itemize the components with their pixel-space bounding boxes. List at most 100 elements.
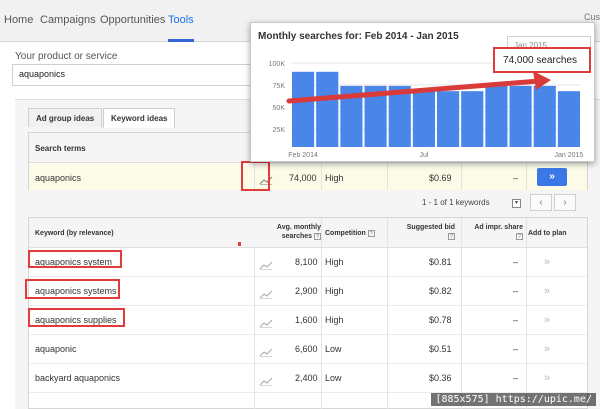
avg-monthly-searches: 1,600 xyxy=(295,315,318,325)
add-to-plan-button[interactable]: » xyxy=(537,168,567,186)
highlight-annotation xyxy=(28,250,122,268)
nav-tools[interactable]: Tools xyxy=(168,14,194,42)
watermark: [885x575] https://upic.me/ xyxy=(431,393,596,406)
header-competition-label: Competition xyxy=(325,230,366,237)
chart-bar[interactable] xyxy=(485,85,508,147)
chart-bar[interactable] xyxy=(316,71,339,147)
suggested-bid-value: $0.51 xyxy=(429,344,452,354)
chart-bar[interactable] xyxy=(461,91,484,147)
chart-bar[interactable] xyxy=(437,91,460,147)
next-page-button[interactable]: › xyxy=(554,194,576,211)
chart-bar[interactable] xyxy=(533,85,556,147)
search-terms-header-label: Search terms xyxy=(35,144,86,153)
ad-impr-share-value: – xyxy=(513,257,519,267)
highlight-annotation xyxy=(28,308,125,327)
search-term-row: aquaponics 74,000 High $0.69 – » xyxy=(29,164,587,190)
competition-value: High xyxy=(325,286,344,296)
keyword-row: backyard aquaponics 2,400 Low $0.36 – » xyxy=(29,364,587,393)
header-avg-monthly-searches[interactable]: Avg. monthly searches ? xyxy=(265,223,321,241)
tab-ad-group-ideas[interactable]: Ad group ideas xyxy=(28,108,103,127)
suggested-bid-value: $0.81 xyxy=(429,257,452,267)
header-ad-impr-share[interactable]: Ad impr. share ? xyxy=(467,223,523,241)
nav-campaigns[interactable]: Campaigns xyxy=(40,14,96,42)
competition-value: High xyxy=(325,315,344,325)
chart-x-tick-label: Jan 2015 xyxy=(555,152,584,159)
competition-value: Low xyxy=(325,344,342,354)
add-to-plan-button[interactable]: » xyxy=(544,314,550,326)
search-term-suggested-bid: $0.69 xyxy=(429,173,452,183)
suggested-bid-value: $0.82 xyxy=(429,286,452,296)
keyword-text[interactable]: aquaponic xyxy=(35,344,77,354)
header-add-to-plan: Add to plan xyxy=(528,230,567,237)
help-icon[interactable]: ? xyxy=(314,232,321,240)
help-icon[interactable]: ? xyxy=(448,232,455,240)
keyword-table-header: Keyword (by relevance) Avg. monthly sear… xyxy=(29,218,587,248)
header-suggested-bid-label: Suggested bid xyxy=(406,224,455,231)
nav-home[interactable]: Home xyxy=(4,14,33,42)
competition-value: High xyxy=(325,257,344,267)
avg-monthly-searches: 2,900 xyxy=(295,286,318,296)
chart-bar[interactable] xyxy=(557,91,580,147)
rows-per-page-dropdown[interactable]: ▾ xyxy=(512,199,521,208)
nav-customer-id-fragment: Cus xyxy=(583,12,600,22)
tooltip-value-highlight: 74,000 searches xyxy=(493,47,591,73)
header-ad-impr-share-label: Ad impr. share xyxy=(474,224,523,231)
search-term-keyword: aquaponics xyxy=(35,173,82,183)
ad-impr-share-value: – xyxy=(513,286,519,296)
highlight-annotation xyxy=(25,279,120,299)
chart-x-tick-label: Feb 2014 xyxy=(288,152,318,159)
column-divider xyxy=(321,218,322,409)
trend-chart-icon[interactable] xyxy=(259,344,273,357)
keyword-text[interactable]: backyard aquaponics xyxy=(35,373,120,383)
help-icon[interactable]: ? xyxy=(367,229,375,237)
column-divider xyxy=(461,218,462,409)
help-icon[interactable]: ? xyxy=(516,232,523,240)
chart-y-tick-label: 25K xyxy=(273,127,286,134)
trend-chart-icon[interactable] xyxy=(259,373,273,386)
search-term-competition: High xyxy=(325,173,344,183)
header-suggested-bid[interactable]: Suggested bid ? xyxy=(399,223,455,241)
tooltip-value: 74,000 searches xyxy=(503,55,577,66)
product-service-label: Your product or service xyxy=(15,51,118,62)
pagination-count: 1 - 1 of 1 keywords xyxy=(422,198,490,207)
column-divider xyxy=(526,218,527,409)
highlight-annotation xyxy=(241,161,270,191)
add-to-plan-button[interactable]: » xyxy=(544,372,550,384)
chart-x-tick-label: Jul xyxy=(419,152,428,159)
ad-impr-share-value: – xyxy=(513,344,519,354)
add-to-plan-button[interactable]: » xyxy=(544,285,550,297)
nav-opportunities[interactable]: Opportunities xyxy=(100,14,165,42)
ad-impr-share-value: – xyxy=(513,373,519,383)
add-to-plan-button[interactable]: » xyxy=(544,256,550,268)
tab-keyword-ideas[interactable]: Keyword ideas xyxy=(103,108,176,128)
product-service-input[interactable]: aquaponics xyxy=(12,64,262,86)
annotation-mark xyxy=(238,242,241,246)
suggested-bid-value: $0.36 xyxy=(429,373,452,383)
keyword-row: aquaponic 6,600 Low $0.51 – » xyxy=(29,335,587,364)
suggested-bid-value: $0.78 xyxy=(429,315,452,325)
avg-monthly-searches: 6,600 xyxy=(295,344,318,354)
search-term-avg-searches: 74,000 xyxy=(289,173,317,183)
chart-y-tick-label: 75K xyxy=(273,83,286,90)
header-avg-line2: searches xyxy=(281,233,313,240)
trend-chart-icon[interactable] xyxy=(259,257,273,270)
trend-chart-icon[interactable] xyxy=(259,286,273,299)
add-to-plan-button[interactable]: » xyxy=(544,343,550,355)
chart-y-tick-label: 100K xyxy=(269,61,286,68)
column-divider xyxy=(387,218,388,409)
chart-bar[interactable] xyxy=(509,85,532,147)
header-avg-line1: Avg. monthly xyxy=(276,224,321,231)
competition-value: Low xyxy=(325,373,342,383)
header-keyword[interactable]: Keyword (by relevance) xyxy=(35,229,114,238)
chart-bar[interactable] xyxy=(292,71,315,147)
chart-bar[interactable] xyxy=(412,91,435,147)
previous-page-button[interactable]: ‹ xyxy=(530,194,552,211)
column-divider xyxy=(254,248,255,409)
search-term-ad-impr-share: – xyxy=(513,173,519,183)
trend-chart-icon[interactable] xyxy=(259,315,273,328)
avg-monthly-searches: 8,100 xyxy=(295,257,318,267)
chart-y-tick-label: 50K xyxy=(273,105,286,112)
ad-impr-share-value: – xyxy=(513,315,519,325)
avg-monthly-searches: 2,400 xyxy=(295,373,318,383)
header-competition[interactable]: Competition ? xyxy=(325,229,375,238)
